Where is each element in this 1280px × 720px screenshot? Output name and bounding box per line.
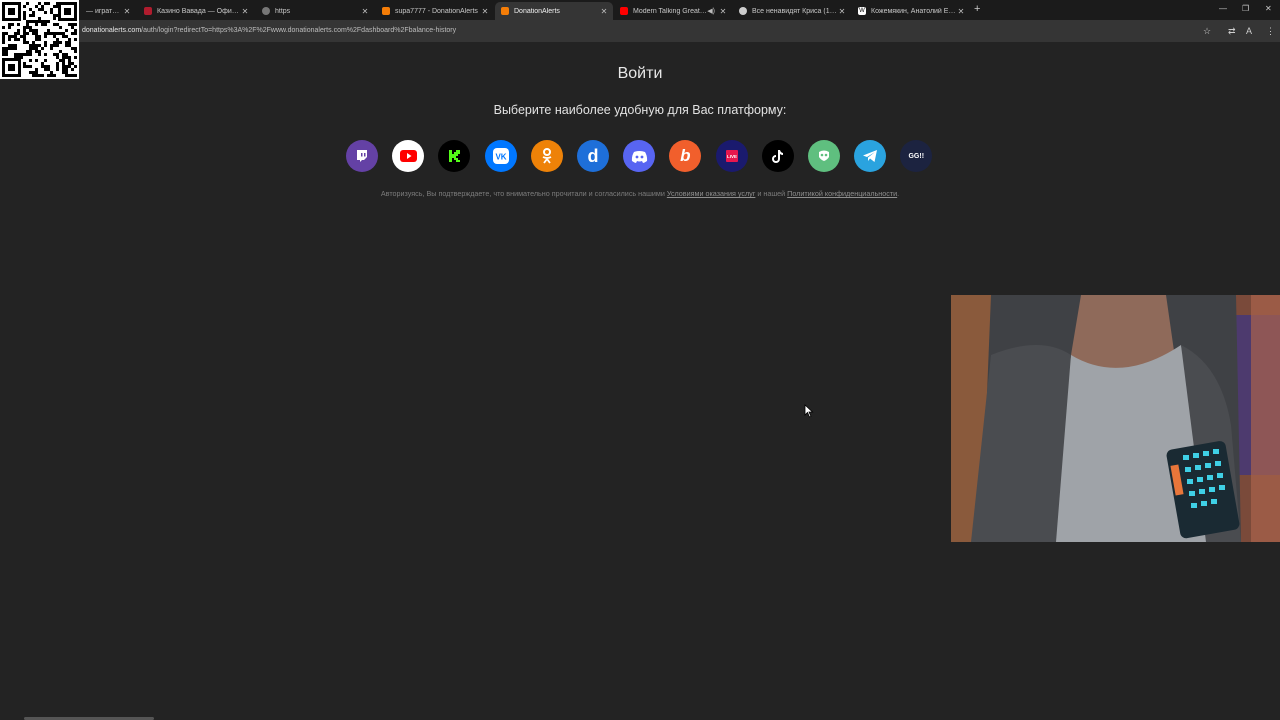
live-icon: LIVE <box>725 150 738 162</box>
close-window-icon[interactable]: ✕ <box>1265 4 1272 13</box>
vavada-icon <box>144 7 152 15</box>
new-tab-button[interactable]: + <box>974 3 980 15</box>
tab-label: supa7777 - DonationAlerts <box>395 7 478 15</box>
tab-chris[interactable]: Все ненавидят Криса (1-4 сез ✕ <box>733 2 851 20</box>
svg-text:LIVE: LIVE <box>726 154 736 159</box>
tab-vavada[interactable]: Казино Вавада — Официальн ✕ <box>138 2 254 20</box>
url-path: /auth/login?redirectTo=https%3A%2F%2Fwww… <box>141 27 457 34</box>
tab-casino[interactable]: — играть на ос ✕ <box>80 2 136 20</box>
tab-supa7777[interactable]: supa7777 - DonationAlerts ✕ <box>376 2 494 20</box>
video-icon <box>739 7 747 15</box>
tab-wikipedia[interactable]: W Кожемякин, Анатолий Евгень ✕ <box>852 2 970 20</box>
tab-label: https <box>275 7 291 15</box>
trovo-icon <box>818 150 829 161</box>
tab-label: Казино Вавада — Официальн <box>157 7 240 15</box>
twitch-login-button[interactable] <box>346 140 378 172</box>
legal-middle: и нашей <box>757 189 786 198</box>
url-text[interactable]: donationalerts.com/auth/login?redirectTo… <box>82 27 456 34</box>
tab-donationalerts[interactable]: DonationAlerts ✕ <box>495 2 613 20</box>
youtube-icon <box>620 7 628 15</box>
close-tab-icon[interactable]: ✕ <box>837 7 847 16</box>
legal-prefix: Авторизуясь, Вы подтверждаете, что внима… <box>380 189 665 198</box>
kick-icon <box>448 150 460 162</box>
minimize-icon[interactable]: — <box>1219 4 1227 13</box>
privacy-link[interactable]: Политикой конфиденциальности <box>787 189 897 198</box>
youtube-icon <box>399 150 417 162</box>
webcam-overlay <box>951 295 1280 542</box>
close-tab-icon[interactable]: ✕ <box>599 7 609 16</box>
bookmark-star-icon[interactable]: ☆ <box>1203 26 1211 37</box>
tab-https[interactable]: https ✕ <box>256 2 374 20</box>
trovo-login-button[interactable] <box>807 140 840 172</box>
youtube-login-button[interactable] <box>392 140 425 172</box>
mouse-cursor <box>804 404 814 418</box>
telegram-icon <box>863 150 878 162</box>
legal-suffix: . <box>897 189 900 198</box>
d-icon: d <box>587 145 599 166</box>
tiktok-icon <box>772 149 784 163</box>
url-domain: donationalerts.com <box>82 27 142 34</box>
gg-login-button[interactable]: GG!! <box>900 140 933 172</box>
tab-label: Кожемякин, Анатолий Евгень <box>871 7 956 15</box>
odnoklassniki-login-button[interactable] <box>530 140 563 172</box>
close-tab-icon[interactable]: ✕ <box>956 7 966 16</box>
tab-label: Modern Talking Greatest Hi <box>633 7 708 15</box>
boosty-icon: b <box>680 146 691 165</box>
close-tab-icon[interactable]: ✕ <box>480 7 490 16</box>
tiktok-login-button[interactable] <box>761 140 794 172</box>
terms-link[interactable]: Условиями оказания услуг <box>667 189 756 198</box>
tab-modern-talking[interactable]: Modern Talking Greatest Hi ◀) ✕ <box>614 2 732 20</box>
live-login-button[interactable]: LIVE <box>715 140 748 172</box>
close-tab-icon[interactable]: ✕ <box>718 7 728 16</box>
menu-icon[interactable]: ⋮ <box>1266 26 1275 37</box>
browser-window: — играть на ос ✕ Казино Вавада — Официал… <box>0 0 1280 720</box>
donationalerts-icon <box>382 7 390 15</box>
svg-text:VK: VK <box>495 153 506 162</box>
vk-icon: VK <box>492 148 509 164</box>
qr-code <box>0 0 79 79</box>
speaker-icon[interactable]: ◀) <box>707 7 715 15</box>
globe-icon <box>262 7 270 15</box>
ok-icon <box>542 148 552 164</box>
extensions-icon[interactable]: ⇄ <box>1228 26 1236 37</box>
webcam-image <box>951 295 1280 542</box>
restore-icon[interactable]: ❐ <box>1242 4 1249 13</box>
tab-label: DonationAlerts <box>514 7 560 15</box>
legal-notice: Авторизуясь, Вы подтверждаете, что внима… <box>0 189 1280 198</box>
tab-strip: — играть на ос ✕ Казино Вавада — Официал… <box>0 0 1280 20</box>
close-tab-icon[interactable]: ✕ <box>122 7 132 16</box>
dlive-login-button[interactable]: d <box>576 140 609 172</box>
twitch-icon <box>357 150 367 162</box>
wikipedia-icon: W <box>858 7 866 15</box>
telegram-login-button[interactable] <box>854 140 887 172</box>
boosty-login-button[interactable]: b <box>669 140 702 172</box>
tab-label: Все ненавидят Криса (1-4 сез <box>752 7 837 15</box>
page-title: Войти <box>617 65 663 82</box>
close-tab-icon[interactable]: ✕ <box>360 7 370 16</box>
kick-login-button[interactable] <box>438 140 471 172</box>
platform-buttons: VK d b LIVE GG!! <box>346 140 946 172</box>
close-tab-icon[interactable]: ✕ <box>240 7 250 16</box>
translate-icon[interactable]: A <box>1246 26 1252 36</box>
gg-icon: GG!! <box>908 152 925 160</box>
donationalerts-icon <box>501 7 509 15</box>
address-bar[interactable]: donationalerts.com/auth/login?redirectTo… <box>0 20 1280 42</box>
discord-icon <box>631 150 647 163</box>
discord-login-button[interactable] <box>623 140 656 172</box>
vk-login-button[interactable]: VK <box>484 140 517 172</box>
platform-prompt: Выберите наиболее удобную для Вас платфо… <box>493 103 787 117</box>
tab-label: — играть на ос <box>86 7 122 15</box>
